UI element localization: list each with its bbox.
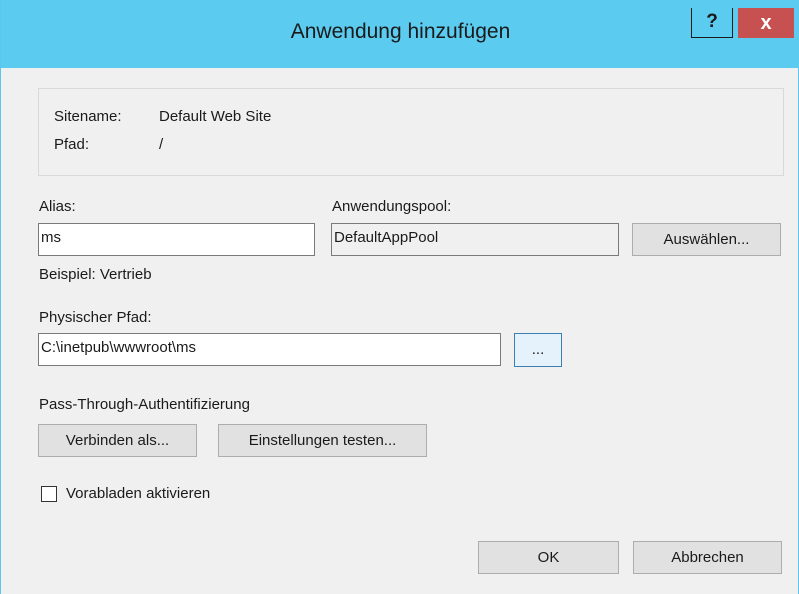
path-label: Pfad: bbox=[54, 136, 90, 153]
add-application-dialog: Anwendung hinzufügen ? x Sitename: Defau… bbox=[0, 0, 799, 594]
ok-button[interactable]: OK bbox=[478, 541, 619, 574]
sitename-value: Default Web Site bbox=[159, 108, 272, 125]
app-pool-label: Anwendungspool: bbox=[332, 198, 452, 215]
help-button[interactable]: ? bbox=[691, 8, 733, 38]
path-value: / bbox=[159, 136, 164, 153]
preload-label: Vorabladen aktivieren bbox=[66, 485, 211, 502]
title-bar: Anwendung hinzufügen ? x bbox=[1, 0, 799, 68]
alias-example: Beispiel: Vertrieb bbox=[39, 266, 152, 283]
physical-path-input[interactable]: C:\inetpub\wwwroot\ms bbox=[38, 333, 501, 366]
physical-path-label: Physischer Pfad: bbox=[39, 309, 152, 326]
sitename-label: Sitename: bbox=[54, 108, 122, 125]
site-info-box bbox=[38, 88, 784, 176]
alias-input[interactable]: ms bbox=[38, 223, 315, 256]
test-settings-button[interactable]: Einstellungen testen... bbox=[218, 424, 427, 457]
select-app-pool-button[interactable]: Auswählen... bbox=[632, 223, 781, 256]
close-button[interactable]: x bbox=[738, 8, 794, 38]
dialog-title: Anwendung hinzufügen bbox=[290, 20, 511, 43]
app-pool-field: DefaultAppPool bbox=[331, 223, 619, 256]
browse-path-button[interactable]: ... bbox=[514, 333, 562, 367]
preload-checkbox[interactable] bbox=[41, 486, 57, 502]
pass-through-label: Pass-Through-Authentifizierung bbox=[39, 396, 250, 413]
cancel-button[interactable]: Abbrechen bbox=[633, 541, 782, 574]
alias-label: Alias: bbox=[39, 198, 76, 215]
connect-as-button[interactable]: Verbinden als... bbox=[38, 424, 197, 457]
